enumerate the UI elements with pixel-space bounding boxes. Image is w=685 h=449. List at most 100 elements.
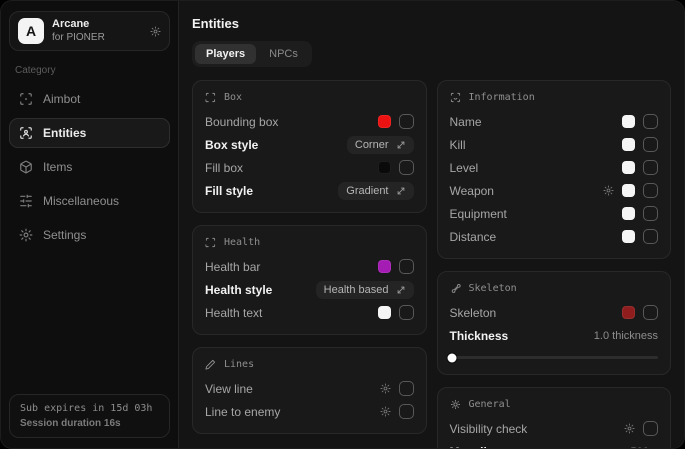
name-color-swatch[interactable]	[622, 115, 635, 128]
sidebar-item-label: Entities	[43, 126, 86, 140]
thickness-slider[interactable]	[450, 356, 659, 359]
level-row: Level	[450, 156, 659, 179]
visibility-check-settings-icon[interactable]	[624, 423, 635, 434]
scan-face-icon	[450, 92, 461, 103]
skeleton-checkbox[interactable]	[643, 305, 658, 320]
package-icon	[19, 160, 33, 174]
sidebar-item-entities[interactable]: Entities	[9, 118, 170, 148]
fill-box-checkbox[interactable]	[399, 160, 414, 175]
bounding-box-color-swatch[interactable]	[378, 115, 391, 128]
pencil-icon	[205, 359, 216, 370]
fill-box-color-swatch[interactable]	[378, 161, 391, 174]
skeleton-row: Skeleton	[450, 301, 659, 324]
health-text-color-swatch[interactable]	[378, 306, 391, 319]
fill-style-dropdown[interactable]: Gradient	[338, 182, 413, 200]
lines-panel: Lines View line Line to enemy	[192, 347, 427, 434]
sidebar: A Arcane for PIONER Category Aimbot Enti…	[1, 1, 179, 448]
session-duration-text: Session duration 16s	[20, 418, 159, 429]
weapon-checkbox[interactable]	[643, 183, 658, 198]
bounding-box-checkbox[interactable]	[399, 114, 414, 129]
box-panel: Box Bounding box Box style Corner	[192, 80, 427, 213]
max-distance-value: 500m	[630, 446, 658, 449]
weapon-settings-icon[interactable]	[603, 185, 614, 196]
health-panel: Health Health bar Health style Health ba…	[192, 225, 427, 335]
line-to-enemy-settings-icon[interactable]	[380, 406, 391, 417]
level-checkbox[interactable]	[643, 160, 658, 175]
distance-color-swatch[interactable]	[622, 230, 635, 243]
view-line-settings-icon[interactable]	[380, 383, 391, 394]
distance-checkbox[interactable]	[643, 229, 658, 244]
sidebar-item-label: Items	[43, 160, 72, 174]
sidebar-item-label: Aimbot	[43, 92, 80, 106]
health-style-dropdown[interactable]: Health based	[316, 281, 414, 299]
entity-type-tabs: Players NPCs	[192, 41, 312, 67]
health-bar-checkbox[interactable]	[399, 259, 414, 274]
bounding-box-row: Bounding box	[205, 110, 414, 133]
panel-title-box: Box	[224, 92, 242, 103]
sidebar-item-miscellaneous[interactable]: Miscellaneous	[9, 186, 170, 216]
expand-icon	[396, 285, 406, 295]
name-checkbox[interactable]	[643, 114, 658, 129]
sidebar-item-aimbot[interactable]: Aimbot	[9, 84, 170, 114]
box-style-dropdown[interactable]: Corner	[347, 136, 414, 154]
line-to-enemy-row: Line to enemy	[205, 400, 414, 423]
distance-row: Distance	[450, 225, 659, 248]
thickness-value: 1.0 thickness	[594, 330, 658, 342]
health-bar-color-swatch[interactable]	[378, 260, 391, 273]
general-panel: General Visibility check Max distance 50…	[437, 387, 672, 448]
weapon-row: Weapon	[450, 179, 659, 202]
health-text-row: Health text	[205, 301, 414, 324]
crosshair-icon	[19, 92, 33, 106]
sliders-icon	[19, 194, 33, 208]
gear-icon	[19, 228, 33, 242]
sidebar-nav: Aimbot Entities Items Miscellaneous Sett…	[9, 84, 170, 250]
expand-icon	[396, 186, 406, 196]
name-row: Name	[450, 110, 659, 133]
weapon-color-swatch[interactable]	[622, 184, 635, 197]
health-style-row: Health style Health based	[205, 278, 414, 301]
max-distance-row: Max distance 500m	[450, 440, 659, 448]
sidebar-item-label: Miscellaneous	[43, 194, 119, 208]
fill-box-row: Fill box	[205, 156, 414, 179]
brand-settings-icon[interactable]	[150, 26, 161, 37]
skeleton-panel: Skeleton Skeleton Thickness 1.0 thicknes…	[437, 271, 672, 375]
panel-title-lines: Lines	[224, 359, 254, 370]
health-text-checkbox[interactable]	[399, 305, 414, 320]
tab-players[interactable]: Players	[195, 44, 256, 64]
brand-card: A Arcane for PIONER	[9, 11, 170, 51]
equipment-color-swatch[interactable]	[622, 207, 635, 220]
app-subtitle: for PIONER	[52, 32, 105, 45]
expand-icon	[396, 140, 406, 150]
visibility-check-checkbox[interactable]	[643, 421, 658, 436]
fill-style-row: Fill style Gradient	[205, 179, 414, 202]
information-panel: Information Name Kill	[437, 80, 672, 259]
panel-title-health: Health	[224, 237, 260, 248]
page-title: Entities	[192, 16, 671, 31]
app-name: Arcane	[52, 18, 105, 32]
box-select-icon	[205, 92, 216, 103]
person-scan-icon	[19, 126, 33, 140]
category-label: Category	[15, 65, 164, 76]
sidebar-item-items[interactable]: Items	[9, 152, 170, 182]
thickness-slider-thumb[interactable]	[447, 353, 456, 362]
panel-title-general: General	[469, 399, 511, 410]
line-to-enemy-checkbox[interactable]	[399, 404, 414, 419]
equipment-row: Equipment	[450, 202, 659, 225]
view-line-row: View line	[205, 377, 414, 400]
kill-checkbox[interactable]	[643, 137, 658, 152]
sun-icon	[450, 399, 461, 410]
app-logo: A	[18, 18, 44, 44]
sidebar-item-settings[interactable]: Settings	[9, 220, 170, 250]
subscription-info-card: Sub expires in 15d 03h Session duration …	[9, 394, 170, 438]
level-color-swatch[interactable]	[622, 161, 635, 174]
bone-icon	[450, 283, 461, 294]
equipment-checkbox[interactable]	[643, 206, 658, 221]
view-line-checkbox[interactable]	[399, 381, 414, 396]
kill-row: Kill	[450, 133, 659, 156]
panel-title-information: Information	[469, 92, 535, 103]
main-content: Entities Players NPCs Box Bounding box	[179, 1, 684, 448]
sub-expiry-text: Sub expires in 15d 03h	[20, 403, 159, 414]
skeleton-color-swatch[interactable]	[622, 306, 635, 319]
tab-npcs[interactable]: NPCs	[258, 44, 309, 64]
kill-color-swatch[interactable]	[622, 138, 635, 151]
